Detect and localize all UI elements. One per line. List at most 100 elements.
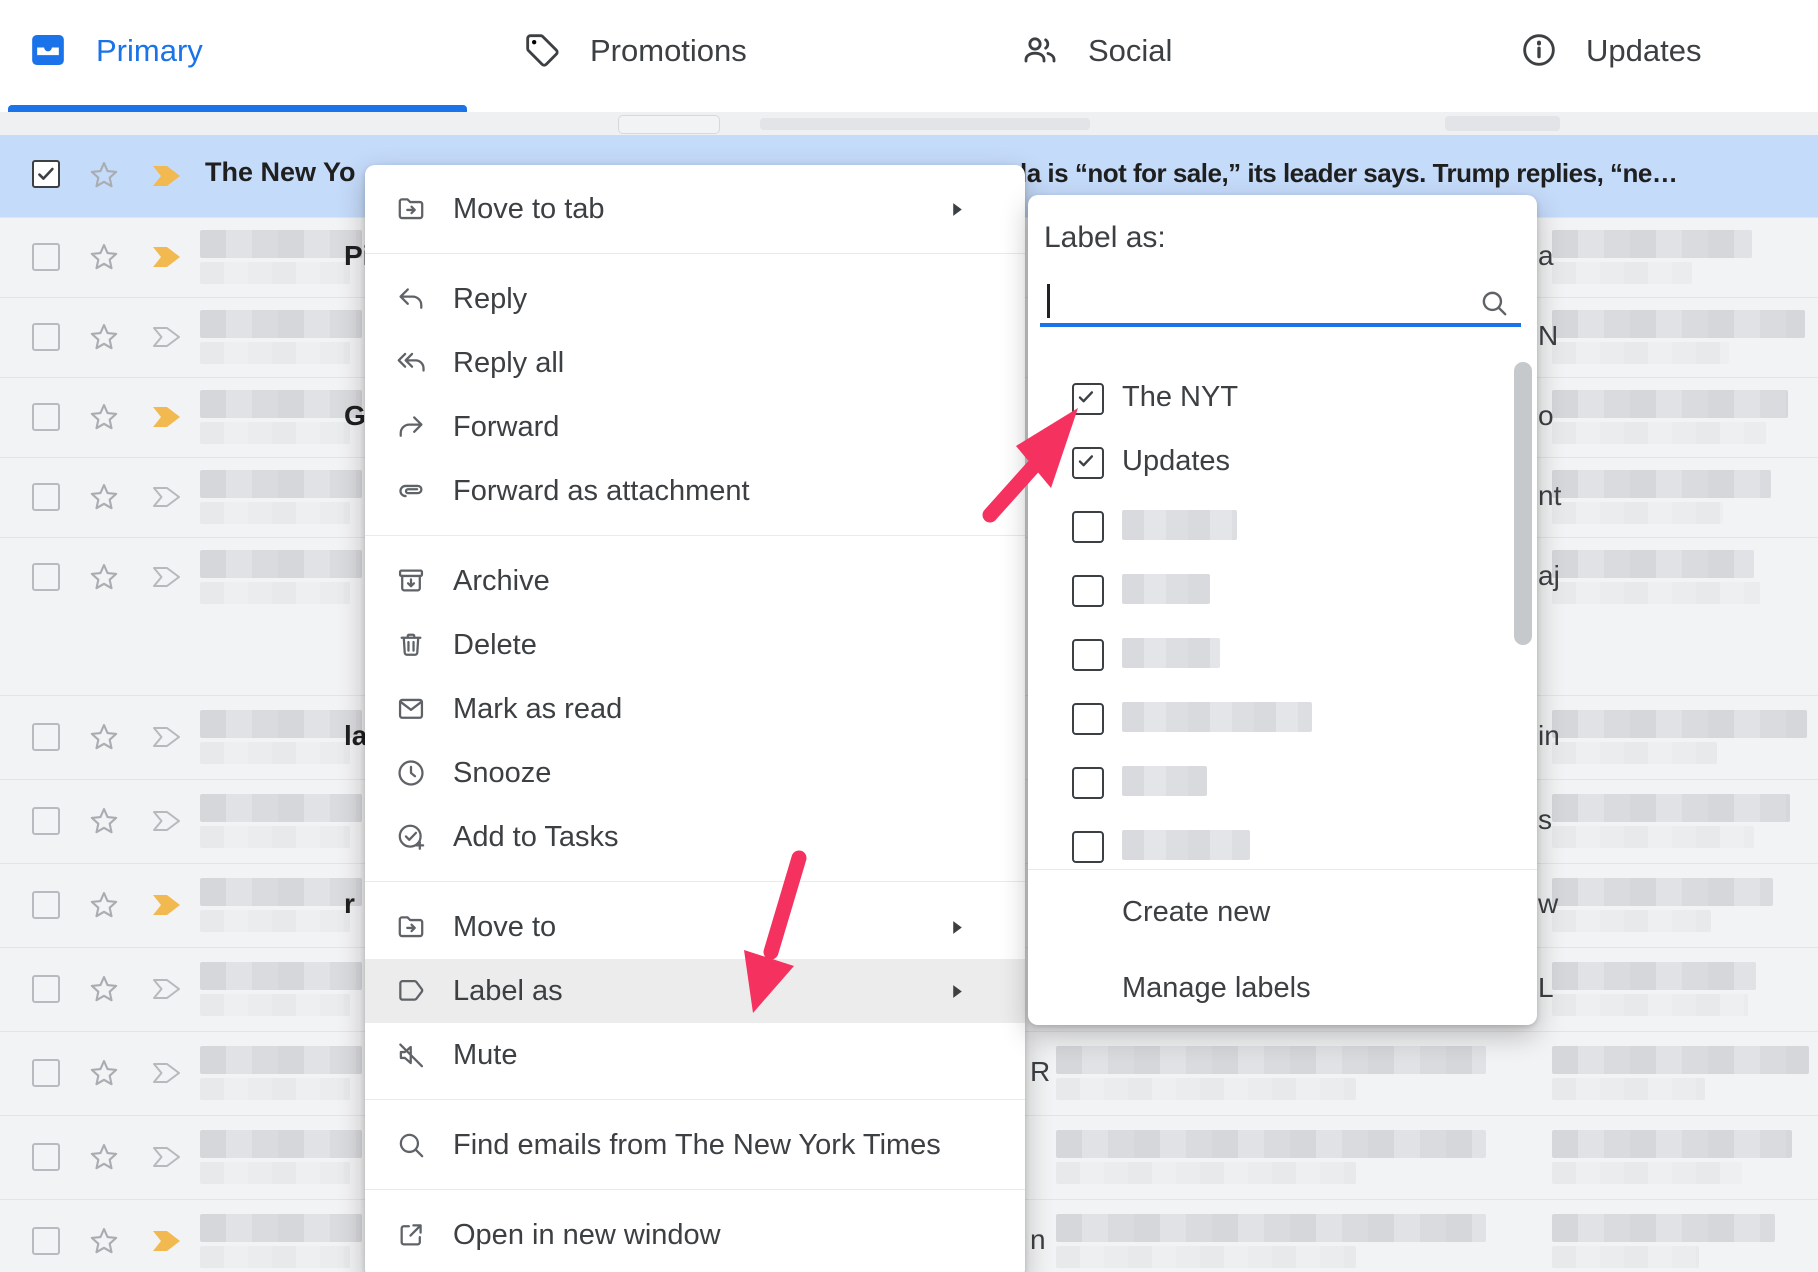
star-icon[interactable] bbox=[87, 804, 121, 843]
select-checkbox[interactable] bbox=[32, 483, 60, 511]
label-option-blurred[interactable] bbox=[1028, 557, 1537, 621]
select-checkbox[interactable] bbox=[32, 563, 60, 591]
select-checkbox[interactable] bbox=[32, 975, 60, 1003]
select-checkbox[interactable] bbox=[32, 323, 60, 351]
blurred-text bbox=[200, 1046, 362, 1074]
menu-item-forward[interactable]: Forward bbox=[365, 395, 1025, 459]
menu-item-snooze[interactable]: Snooze bbox=[365, 741, 1025, 805]
menu-item-find-emails-from-the-new-york-times[interactable]: Find emails from The New York Times bbox=[365, 1113, 1025, 1177]
scrollbar-thumb[interactable] bbox=[1514, 362, 1532, 645]
menu-item-label: Open in new window bbox=[453, 1219, 721, 1252]
star-icon[interactable] bbox=[87, 1056, 121, 1095]
checkbox-unchecked-icon[interactable] bbox=[1072, 767, 1104, 799]
menu-item-reply-all[interactable]: Reply all bbox=[365, 331, 1025, 395]
select-checkbox[interactable] bbox=[32, 723, 60, 751]
importance-marker-icon[interactable] bbox=[152, 978, 182, 1005]
star-icon[interactable] bbox=[87, 560, 121, 599]
importance-marker-icon[interactable] bbox=[152, 894, 182, 921]
tab-primary[interactable]: Primary bbox=[0, 0, 455, 112]
importance-marker-icon[interactable] bbox=[152, 326, 182, 353]
importance-marker-icon[interactable] bbox=[152, 810, 182, 837]
text-fragment: nt bbox=[1538, 480, 1561, 512]
select-checkbox[interactable] bbox=[32, 1227, 60, 1255]
reply-all-icon bbox=[395, 347, 427, 379]
menu-item-add-to-tasks[interactable]: Add to Tasks bbox=[365, 805, 1025, 869]
search-icon bbox=[395, 1129, 427, 1161]
checkbox-unchecked-icon[interactable] bbox=[1072, 639, 1104, 671]
menu-item-mark-as-read[interactable]: Mark as read bbox=[365, 677, 1025, 741]
star-icon[interactable] bbox=[87, 1224, 121, 1263]
star-icon[interactable] bbox=[87, 158, 121, 197]
label-option-updates[interactable]: Updates bbox=[1028, 429, 1537, 493]
menu-item-label: Reply bbox=[453, 283, 527, 316]
menu-item-archive[interactable]: Archive bbox=[365, 549, 1025, 613]
gmail-inbox-screen: PiaNGontajlainsrwLRn The New Yo la is “n… bbox=[0, 0, 1818, 1272]
blurred-text bbox=[200, 1162, 350, 1184]
importance-marker-icon[interactable] bbox=[152, 1062, 182, 1089]
attachment-icon bbox=[395, 475, 427, 507]
blurred-text bbox=[200, 994, 350, 1016]
label-search-input[interactable] bbox=[1042, 271, 1476, 321]
label-option-blurred[interactable] bbox=[1028, 493, 1537, 557]
select-checkbox[interactable] bbox=[32, 243, 60, 271]
menu-item-mute[interactable]: Mute bbox=[365, 1023, 1025, 1087]
text-fragment: a bbox=[1538, 240, 1554, 272]
blurred-chip bbox=[618, 115, 720, 134]
label-name: The NYT bbox=[1122, 381, 1238, 414]
label-option-the-nyt[interactable]: The NYT bbox=[1028, 365, 1537, 429]
menu-divider bbox=[365, 881, 1025, 882]
menu-item-forward-as-attachment[interactable]: Forward as attachment bbox=[365, 459, 1025, 523]
text-fragment: in bbox=[1538, 720, 1560, 752]
importance-marker-icon[interactable] bbox=[152, 165, 182, 192]
select-checkbox[interactable] bbox=[32, 403, 60, 431]
star-icon[interactable] bbox=[87, 320, 121, 359]
tab-promotions[interactable]: Promotions bbox=[455, 0, 909, 112]
select-checkbox[interactable] bbox=[32, 1143, 60, 1171]
star-icon[interactable] bbox=[87, 972, 121, 1011]
checkbox-checked-icon[interactable] bbox=[1072, 447, 1104, 479]
checkbox-unchecked-icon[interactable] bbox=[1072, 831, 1104, 863]
menu-item-label-as[interactable]: Label as bbox=[365, 959, 1025, 1023]
search-icon bbox=[1478, 287, 1510, 319]
star-icon[interactable] bbox=[87, 1140, 121, 1179]
select-checkbox[interactable] bbox=[32, 160, 60, 188]
select-checkbox[interactable] bbox=[32, 807, 60, 835]
tab-updates[interactable]: Updates bbox=[1364, 0, 1818, 112]
checkbox-unchecked-icon[interactable] bbox=[1072, 511, 1104, 543]
label-option-blurred[interactable] bbox=[1028, 813, 1537, 877]
select-checkbox[interactable] bbox=[32, 1059, 60, 1087]
star-icon[interactable] bbox=[87, 480, 121, 519]
menu-item-move-to[interactable]: Move to bbox=[365, 895, 1025, 959]
menu-item-label: Move to tab bbox=[453, 193, 605, 226]
importance-marker-icon[interactable] bbox=[152, 726, 182, 753]
select-checkbox[interactable] bbox=[32, 891, 60, 919]
star-icon[interactable] bbox=[87, 888, 121, 927]
importance-marker-icon[interactable] bbox=[152, 486, 182, 513]
blurred-text bbox=[1552, 310, 1805, 338]
star-icon[interactable] bbox=[87, 400, 121, 439]
blurred-text bbox=[200, 342, 350, 364]
menu-item-reply[interactable]: Reply bbox=[365, 267, 1025, 331]
menu-item-label: Mute bbox=[453, 1039, 517, 1072]
importance-marker-icon[interactable] bbox=[152, 406, 182, 433]
importance-marker-icon[interactable] bbox=[152, 1146, 182, 1173]
label-option-blurred[interactable] bbox=[1028, 749, 1537, 813]
label-option-blurred[interactable] bbox=[1028, 621, 1537, 685]
importance-marker-icon[interactable] bbox=[152, 566, 182, 593]
create-new-label-button[interactable]: Create new bbox=[1028, 873, 1537, 949]
importance-marker-icon[interactable] bbox=[152, 1230, 182, 1257]
menu-item-move-to-tab[interactable]: Move to tab bbox=[365, 177, 1025, 241]
star-icon[interactable] bbox=[87, 240, 121, 279]
label-option-blurred[interactable] bbox=[1028, 685, 1537, 749]
menu-item-delete[interactable]: Delete bbox=[365, 613, 1025, 677]
menu-item-label: Reply all bbox=[453, 347, 564, 380]
blurred-text bbox=[1552, 1130, 1792, 1158]
manage-labels-button[interactable]: Manage labels bbox=[1028, 949, 1537, 1025]
checkbox-checked-icon[interactable] bbox=[1072, 383, 1104, 415]
menu-item-open-in-new-window[interactable]: Open in new window bbox=[365, 1203, 1025, 1267]
star-icon[interactable] bbox=[87, 720, 121, 759]
checkbox-unchecked-icon[interactable] bbox=[1072, 575, 1104, 607]
tab-social[interactable]: Social bbox=[909, 0, 1364, 112]
importance-marker-icon[interactable] bbox=[152, 246, 182, 273]
checkbox-unchecked-icon[interactable] bbox=[1072, 703, 1104, 735]
